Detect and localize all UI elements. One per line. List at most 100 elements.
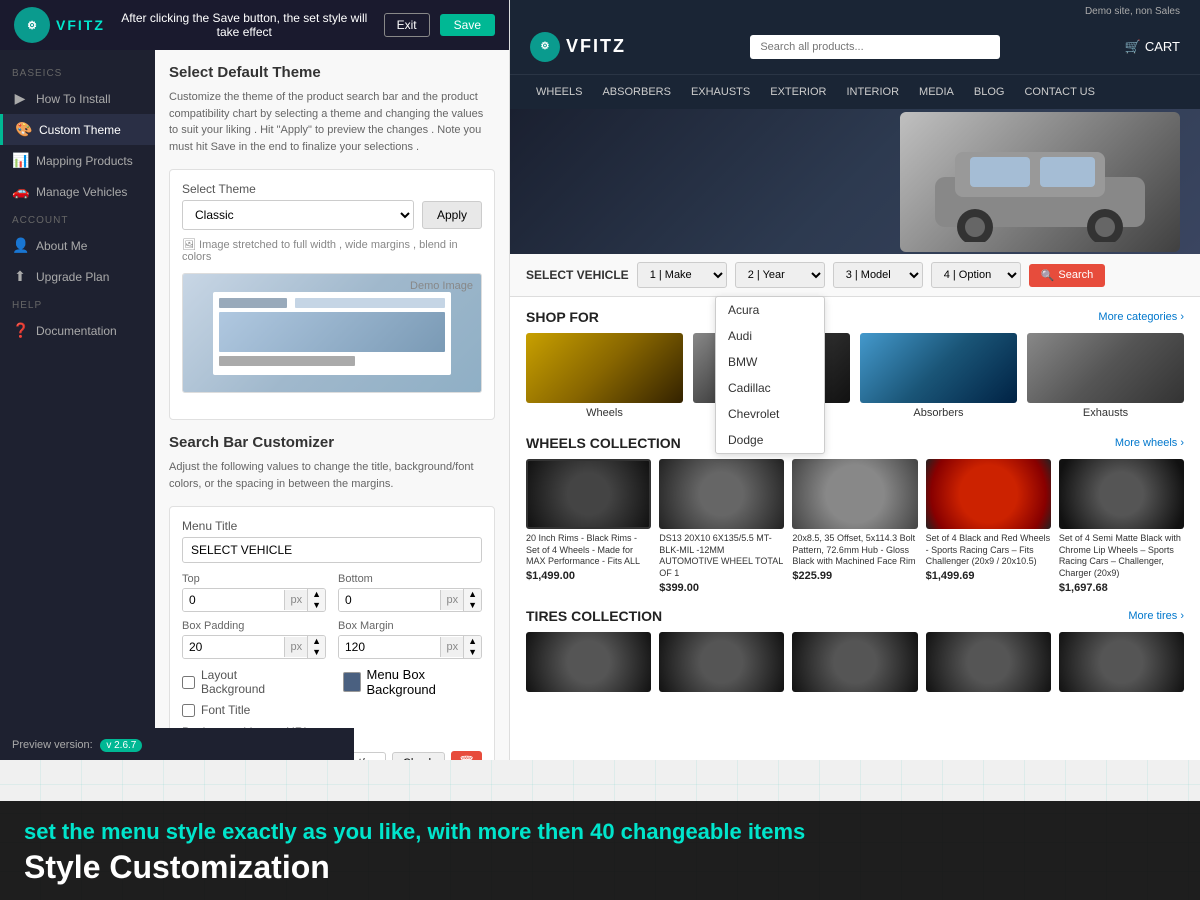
make-acura[interactable]: Acura [716,297,824,323]
shop-grid: Wheels Tires Absorbers Exhausts [526,333,1184,419]
model-select[interactable]: 3 | Model [833,262,923,288]
box-margin-input-group: px ▲ ▼ [338,635,482,659]
tire-card-2 [659,632,784,692]
wheel-card-img-2[interactable] [659,459,784,529]
sidebar-item-custom-theme[interactable]: 🎨 Custom Theme [0,114,155,145]
image-icon: 🖼 [182,239,196,251]
sidebar-item-how-to-install[interactable]: ▶ How To Install [0,83,155,114]
make-dropdown-list: Acura Audi BMW Cadillac Chevrolet Dodge [715,296,825,454]
menu-box-bg-swatch[interactable] [343,672,361,692]
wheel-category-image[interactable] [526,333,683,403]
make-dodge[interactable]: Dodge [716,427,824,453]
tire-row [526,632,1184,692]
margin-up[interactable]: ▲ [464,636,481,647]
mapping-icon: 📊 [12,152,28,169]
padding-down[interactable]: ▼ [308,647,325,658]
make-cadillac[interactable]: Cadillac [716,375,824,401]
shop-for-heading: SHOP FOR [526,309,599,325]
search-bar-title: Search Bar Customizer [169,434,495,451]
nav-wheels[interactable]: WHEELS [526,75,592,109]
top-unit: px [284,590,307,610]
wheel-card-img-5[interactable] [1059,459,1184,529]
box-padding-input[interactable] [183,636,284,658]
year-select[interactable]: 2 | Year [735,262,825,288]
wheel-card-title-2: DS13 20X10 6X135/5.5 MT-BLK-MIL -12MM AU… [659,533,784,580]
check-button[interactable]: Check [392,752,445,760]
absorber-category-label: Absorbers [860,407,1017,419]
cart-label: CART [1145,39,1180,54]
tire-card-1 [526,632,651,692]
nav-exhausts[interactable]: EXHAUSTS [681,75,760,109]
more-wheels-link[interactable]: More wheels › [1115,437,1184,449]
wheel-card-img-1[interactable] [526,459,651,529]
tires-heading: TIRES COLLECTION [526,608,662,624]
sidebar-item-label-mapping: Mapping Products [36,154,133,168]
nav-media[interactable]: MEDIA [909,75,964,109]
box-margin-input[interactable] [339,636,440,658]
nav-blog[interactable]: BLOG [964,75,1015,109]
make-chevrolet[interactable]: Chevrolet [716,401,824,427]
theme-dropdown[interactable]: Classic [182,200,414,230]
play-icon: ▶ [12,90,28,107]
sidebar-layout: BASEICS ▶ How To Install 🎨 Custom Theme … [0,50,509,760]
make-select[interactable]: 1 | Make [637,262,727,288]
apply-button[interactable]: Apply [422,201,482,229]
bottom-down[interactable]: ▼ [464,600,481,611]
main-content-area: Select Default Theme Customize the theme… [155,50,509,760]
wheels-grid: 20 Inch Rims - Black Rims - Set of 4 Whe… [526,459,1184,594]
nav-absorbers[interactable]: ABSORBERS [592,75,680,109]
wheel-card-img-3[interactable] [792,459,917,529]
hero-car-image [900,112,1180,252]
demo-image-box: Demo Image [182,273,482,393]
nav-contact-us[interactable]: CONTACT US [1014,75,1105,109]
more-tires-link[interactable]: More tires › [1128,610,1184,622]
layout-bg-checkbox[interactable] [182,676,195,689]
sidebar-item-manage-vehicles[interactable]: 🚗 Manage Vehicles [0,176,155,207]
tire-img-2[interactable] [659,632,784,692]
store-logo: ⚙ VFITZ [530,32,626,62]
tire-img-4[interactable] [926,632,1051,692]
menu-title-input[interactable] [182,537,482,563]
shop-for-header: SHOP FOR More categories › [526,309,1184,325]
demo-note-text: Demo site, non Sales [1085,6,1180,17]
wheel-card-title-5: Set of 4 Semi Matte Black with Chrome Li… [1059,533,1184,580]
sidebar-item-mapping-products[interactable]: 📊 Mapping Products [0,145,155,176]
cart-button[interactable]: 🛒 CART [1125,39,1180,55]
hero-background [510,109,1200,254]
hero-section [510,109,1200,254]
car-icon: 🚗 [12,183,28,200]
wheels-collection-section: WHEELS COLLECTION More wheels › 20 Inch … [510,427,1200,602]
sidebar-item-about-me[interactable]: 👤 About Me [0,230,155,261]
nav-interior[interactable]: INTERIOR [836,75,909,109]
tire-img-1[interactable] [526,632,651,692]
make-audi[interactable]: Audi [716,323,824,349]
store-search-input[interactable] [750,35,1000,59]
make-bmw[interactable]: BMW [716,349,824,375]
tire-img-3[interactable] [792,632,917,692]
font-title-checkbox[interactable] [182,704,195,717]
more-categories-link[interactable]: More categories › [1098,311,1184,323]
bottom-input-group: px ▲ ▼ [338,588,482,612]
top-up[interactable]: ▲ [308,589,325,600]
bottom-up[interactable]: ▲ [464,589,481,600]
delete-url-button[interactable]: 🗑 [451,751,482,760]
wheel-card-img-4[interactable] [926,459,1051,529]
top-down[interactable]: ▼ [308,600,325,611]
wheel-card-title-1: 20 Inch Rims - Black Rims - Set of 4 Whe… [526,533,651,568]
padding-up[interactable]: ▲ [308,636,325,647]
sidebar-item-documentation[interactable]: ❓ Documentation [0,315,155,346]
margin-down[interactable]: ▼ [464,647,481,658]
top-input[interactable] [183,589,284,611]
nav-exterior[interactable]: EXTERIOR [760,75,836,109]
save-button[interactable]: Save [440,14,495,36]
exit-button[interactable]: Exit [384,13,430,37]
font-title-label: Font Title [201,703,250,717]
absorber-category-image[interactable] [860,333,1017,403]
exhaust-category-image[interactable] [1027,333,1184,403]
option-select[interactable]: 4 | Option [931,262,1021,288]
box-padding-label: Box Padding [182,620,326,632]
sidebar-item-upgrade-plan[interactable]: ⬆ Upgrade Plan [0,261,155,292]
search-vehicle-button[interactable]: 🔍 Search [1029,264,1106,287]
tire-img-5[interactable] [1059,632,1184,692]
bottom-input[interactable] [339,589,440,611]
